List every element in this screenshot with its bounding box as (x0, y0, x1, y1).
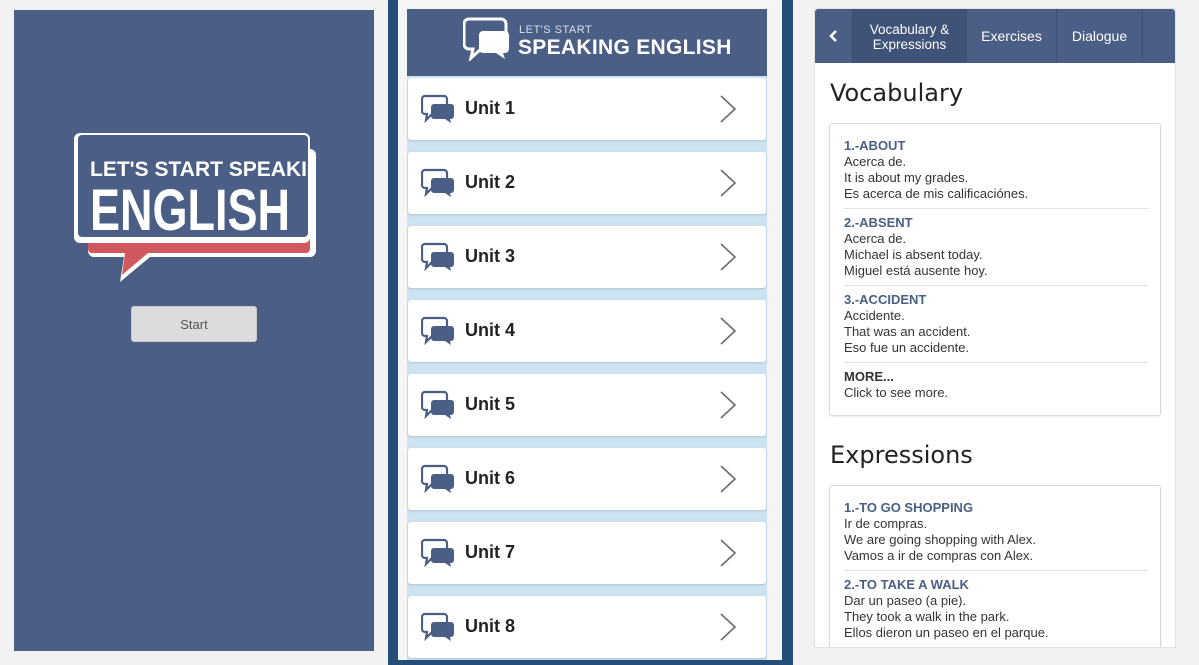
unit-label: Unit 2 (465, 172, 516, 192)
vocab-term: 2.-ABSENT (844, 215, 913, 230)
header-tagline: LET'S START (519, 24, 593, 36)
speech-bubble-icon (421, 538, 454, 568)
unit-label: Unit 7 (465, 542, 516, 562)
chevron-right-icon (720, 539, 737, 567)
divider (844, 570, 1148, 571)
unit-item-4[interactable]: Unit 4 (408, 300, 766, 362)
vocab-example-translation: Miguel está ausente hoy. (844, 263, 988, 278)
unit-label: Unit 1 (465, 98, 516, 118)
tab-vocabulary-expressions[interactable]: Vocabulary & Expressions (853, 9, 967, 63)
unit-item-1[interactable]: Unit 1 (408, 78, 766, 140)
more-label: MORE... (844, 369, 894, 384)
unit-label: Unit 4 (465, 320, 516, 340)
chevron-right-icon (720, 317, 737, 345)
speech-bubble-logo-icon (463, 17, 509, 61)
vocab-term: 1.-ABOUT (844, 138, 906, 153)
vocab-more-link[interactable]: MORE... Click to see more. (844, 369, 1148, 401)
unit-item-7[interactable]: Unit 7 (408, 522, 766, 584)
unit-item-8[interactable]: Unit 8 (408, 596, 766, 658)
expression-example-translation: Ellos dieron un paseo en el parque. (844, 625, 1049, 640)
vocab-term: 3.-ACCIDENT (844, 292, 927, 307)
speech-bubble-icon (421, 464, 454, 494)
divider (844, 208, 1148, 209)
units-screen-frame: LET'S START SPEAKING ENGLISH Unit 1 Unit… (388, 0, 793, 665)
vocab-entry-absent[interactable]: 2.-ABSENT Acerca de. Michael is absent t… (844, 215, 1148, 279)
vocabulary-screen: Vocabulary & Expressions Exercises Dialo… (814, 8, 1176, 648)
start-button[interactable]: Start (131, 306, 257, 342)
unit-list: Unit 1 Unit 2 Unit 3 Unit 4 Unit 5 Unit … (407, 76, 767, 660)
speech-bubble-icon (421, 168, 454, 198)
vocab-example: Michael is absent today. (844, 247, 983, 262)
speech-bubble-icon (421, 94, 454, 124)
unit-item-2[interactable]: Unit 2 (408, 152, 766, 214)
speech-bubble-icon (421, 612, 454, 642)
unit-item-6[interactable]: Unit 6 (408, 448, 766, 510)
speech-bubble-icon (421, 242, 454, 272)
tab-bar: Vocabulary & Expressions Exercises Dialo… (815, 9, 1175, 63)
chevron-right-icon (720, 391, 737, 419)
expressions-heading: Expressions (830, 441, 973, 469)
chevron-right-icon (720, 169, 737, 197)
chevron-left-icon (829, 30, 837, 42)
speech-bubble-icon (421, 390, 454, 420)
chevron-right-icon (720, 95, 737, 123)
app-logo: LET'S START SPEAKING ENGLISH (74, 131, 316, 286)
expression-term: 1.-TO GO SHOPPING (844, 500, 974, 515)
expression-entry-go-shopping[interactable]: 1.-TO GO SHOPPING Ir de compras. We are … (844, 500, 1148, 564)
tab-exercises[interactable]: Exercises (967, 9, 1057, 63)
expression-example: They took a walk in the park. (844, 609, 1010, 624)
chevron-right-icon (720, 613, 737, 641)
vocab-example-translation: Eso fue un accidente. (844, 340, 970, 355)
tab-vocab-line2: Expressions (872, 37, 947, 52)
vocab-example-translation: Es acerca de mis calificaciónes. (844, 186, 1029, 201)
speech-bubble-icon (421, 316, 454, 346)
chevron-right-icon (720, 465, 737, 493)
header-title: SPEAKING ENGLISH (518, 36, 732, 59)
divider (844, 647, 1148, 648)
expressions-card: 1.-TO GO SHOPPING Ir de compras. We are … (829, 485, 1161, 648)
expression-translation: Dar un paseo (a pie). (844, 593, 967, 608)
vocab-translation: Accidente. (844, 308, 905, 323)
divider (844, 362, 1148, 363)
vocabulary-card: 1.-ABOUT Acerca de. It is about my grade… (829, 123, 1161, 416)
unit-item-3[interactable]: Unit 3 (408, 226, 766, 288)
unit-label: Unit 5 (465, 394, 516, 414)
unit-label: Unit 8 (465, 616, 516, 636)
vocab-entry-accident[interactable]: 3.-ACCIDENT Accidente. That was an accid… (844, 292, 1148, 356)
vocabulary-heading: Vocabulary (830, 79, 964, 107)
unit-label: Unit 6 (465, 468, 516, 488)
units-screen: LET'S START SPEAKING ENGLISH Unit 1 Unit… (398, 0, 782, 660)
chevron-right-icon (720, 243, 737, 271)
expression-example: We are going shopping with Alex. (844, 532, 1036, 547)
vocab-example: It is about my grades. (844, 170, 969, 185)
vocab-example: That was an accident. (844, 324, 971, 339)
unit-label: Unit 3 (465, 246, 516, 266)
expression-entry-take-walk[interactable]: 2.-TO TAKE A WALK Dar un paseo (a pie). … (844, 577, 1148, 641)
back-button[interactable] (815, 9, 853, 63)
tab-vocab-line1: Vocabulary & (869, 22, 950, 37)
expression-example-translation: Vamos a ir de compras con Alex. (844, 548, 1034, 563)
units-header: LET'S START SPEAKING ENGLISH (407, 9, 767, 76)
splash-screen: LET'S START SPEAKING ENGLISH Start (14, 10, 374, 651)
vocab-entry-about[interactable]: 1.-ABOUT Acerca de. It is about my grade… (844, 138, 1148, 202)
vocab-translation: Acerca de. (844, 231, 907, 246)
vocab-translation: Acerca de. (844, 154, 907, 169)
expression-term: 2.-TO TAKE A WALK (844, 577, 969, 592)
logo-line2: ENGLISH (90, 178, 290, 243)
more-hint: Click to see more. (844, 385, 949, 400)
divider (844, 285, 1148, 286)
expression-translation: Ir de compras. (844, 516, 928, 531)
unit-item-5[interactable]: Unit 5 (408, 374, 766, 436)
tab-dialogue[interactable]: Dialogue (1057, 9, 1143, 63)
